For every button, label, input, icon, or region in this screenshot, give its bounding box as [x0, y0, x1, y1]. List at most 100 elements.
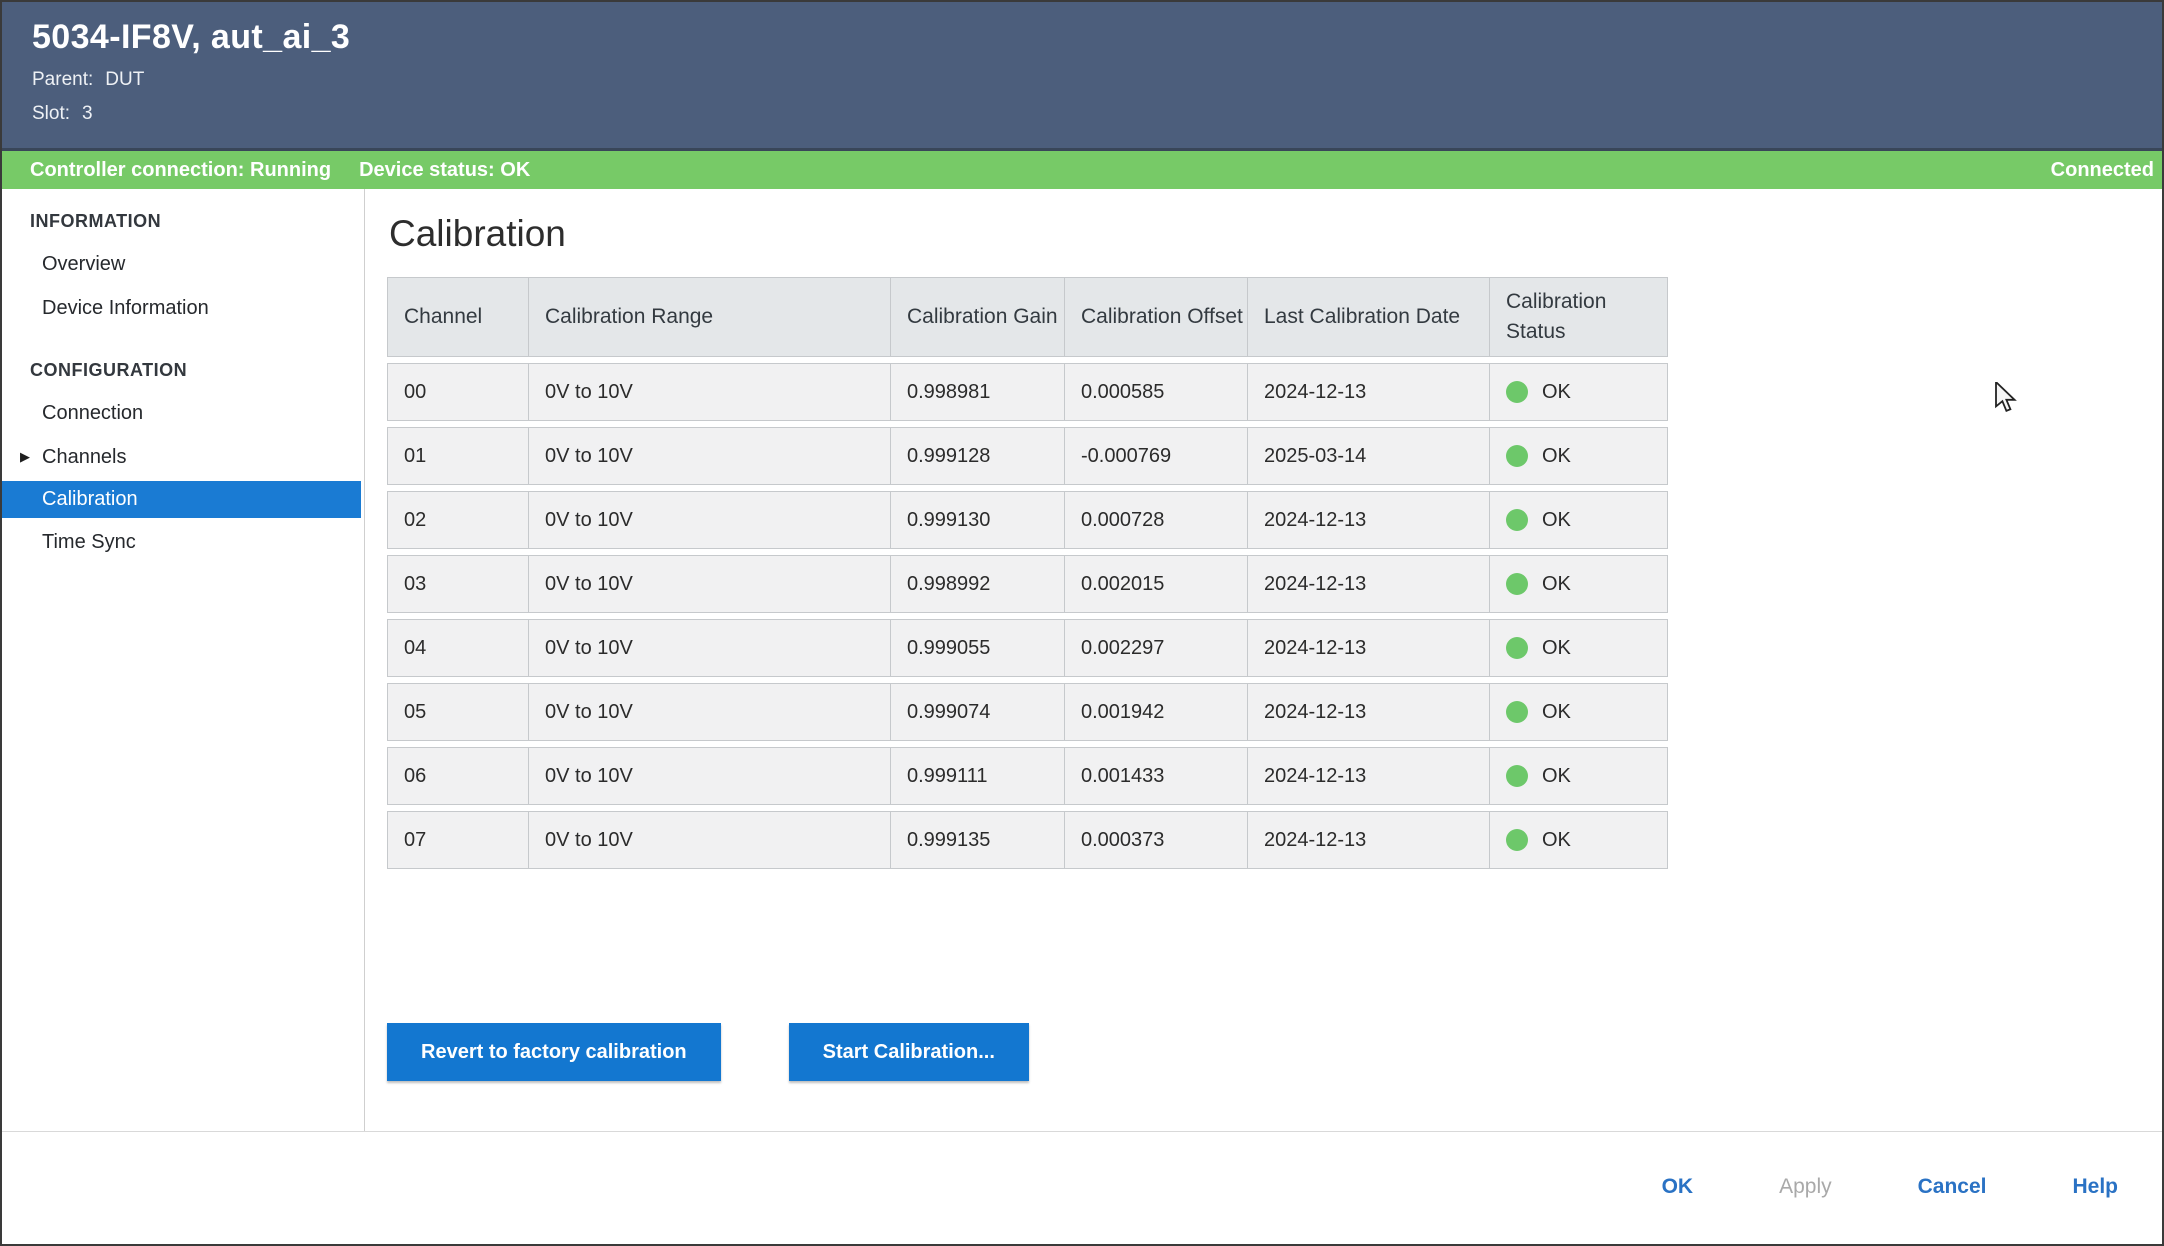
gain-cell: 0.999130	[891, 491, 1065, 549]
sidebar-item-calibration[interactable]: Calibration	[2, 481, 361, 518]
device-configuration-window: 5034-IF8V, aut_ai_3 Parent:DUT Slot: 3 Co…	[0, 0, 2164, 1246]
column-header-calibration-status: Calibration Status	[1490, 277, 1668, 357]
column-header-calibration-range: Calibration Range	[529, 277, 891, 357]
status-label: OK	[1542, 701, 1571, 724]
slot-label: Slot:	[32, 103, 70, 124]
gain-cell: 0.999074	[891, 683, 1065, 741]
range-cell: 0V to 10V	[529, 811, 891, 869]
ok-button[interactable]: OK	[1662, 1175, 1694, 1199]
status-ok-icon	[1506, 509, 1528, 531]
parent-line: Parent:DUT	[32, 69, 2162, 91]
channel-cell: 01	[387, 427, 529, 485]
status-ok-icon	[1506, 637, 1528, 659]
offset-cell: 0.000373	[1065, 811, 1248, 869]
connected-badge: Connected	[2051, 159, 2154, 182]
status-cell: OK	[1490, 491, 1668, 549]
range-cell: 0V to 10V	[529, 683, 891, 741]
date-cell: 2024-12-13	[1248, 555, 1490, 613]
page-title: Calibration	[389, 213, 2162, 255]
sidebar-item-channels-label: Channels	[42, 446, 127, 468]
date-cell: 2025-03-14	[1248, 427, 1490, 485]
table-row: 05 0V to 10V 0.999074 0.001942 2024-12-1…	[387, 683, 1668, 741]
nav-section-information: INFORMATION Overview Device Information	[2, 201, 364, 328]
status-cell: OK	[1490, 619, 1668, 677]
status-label: OK	[1542, 573, 1571, 596]
offset-cell: 0.002015	[1065, 555, 1248, 613]
offset-cell: 0.002297	[1065, 619, 1248, 677]
status-ok-icon	[1506, 573, 1528, 595]
column-header-calibration-offset: Calibration Offset	[1065, 277, 1248, 357]
section-label-configuration: CONFIGURATION	[2, 350, 364, 393]
channel-cell: 07	[387, 811, 529, 869]
range-cell: 0V to 10V	[529, 363, 891, 421]
table-row: 03 0V to 10V 0.998992 0.002015 2024-12-1…	[387, 555, 1668, 613]
revert-factory-calibration-button[interactable]: Revert to factory calibration	[387, 1023, 721, 1081]
help-button[interactable]: Help	[2072, 1175, 2118, 1199]
main-panel: Calibration Channel Calibration Range Ca…	[365, 189, 2162, 1131]
status-cell: OK	[1490, 747, 1668, 805]
offset-cell: 0.000728	[1065, 491, 1248, 549]
status-ok-icon	[1506, 701, 1528, 723]
slot-line: Slot: 3	[32, 103, 2162, 125]
status-label: OK	[1542, 445, 1571, 468]
apply-button[interactable]: Apply	[1779, 1175, 1832, 1199]
status-cell: OK	[1490, 363, 1668, 421]
calibration-table: Channel Calibration Range Calibration Ga…	[387, 271, 1668, 875]
status-ok-icon	[1506, 445, 1528, 467]
status-label: OK	[1542, 637, 1571, 660]
slot-value: 3	[82, 103, 93, 124]
channel-cell: 02	[387, 491, 529, 549]
controller-connection-status: Controller connection: Running	[30, 159, 331, 182]
gain-cell: 0.999111	[891, 747, 1065, 805]
offset-cell: -0.000769	[1065, 427, 1248, 485]
range-cell: 0V to 10V	[529, 555, 891, 613]
column-header-calibration-gain: Calibration Gain	[891, 277, 1065, 357]
status-cell: OK	[1490, 427, 1668, 485]
table-row: 01 0V to 10V 0.999128 -0.000769 2025-03-…	[387, 427, 1668, 485]
sidebar-item-device-information[interactable]: Device Information	[2, 288, 364, 328]
channels-expand-icon[interactable]: ▶	[20, 437, 30, 477]
start-calibration-button[interactable]: Start Calibration...	[789, 1023, 1029, 1081]
date-cell: 2024-12-13	[1248, 747, 1490, 805]
gain-cell: 0.998992	[891, 555, 1065, 613]
parent-label: Parent:	[32, 69, 93, 90]
sidebar-item-overview[interactable]: Overview	[2, 244, 364, 284]
status-cell: OK	[1490, 811, 1668, 869]
status-cell: OK	[1490, 555, 1668, 613]
date-cell: 2024-12-13	[1248, 363, 1490, 421]
channel-cell: 06	[387, 747, 529, 805]
status-label: OK	[1542, 829, 1571, 852]
device-title: 5034-IF8V, aut_ai_3	[32, 18, 2162, 57]
device-header: 5034-IF8V, aut_ai_3 Parent:DUT Slot: 3	[2, 2, 2162, 151]
cancel-button[interactable]: Cancel	[1918, 1175, 1987, 1199]
status-label: OK	[1542, 509, 1571, 532]
gain-cell: 0.999055	[891, 619, 1065, 677]
connection-status-bar: Controller connection: Running Device st…	[2, 151, 2162, 189]
date-cell: 2024-12-13	[1248, 619, 1490, 677]
status-ok-icon	[1506, 381, 1528, 403]
channel-cell: 04	[387, 619, 529, 677]
gain-cell: 0.998981	[891, 363, 1065, 421]
table-row: 06 0V to 10V 0.999111 0.001433 2024-12-1…	[387, 747, 1668, 805]
sidebar-item-connection[interactable]: Connection	[2, 393, 364, 433]
table-row: 07 0V to 10V 0.999135 0.000373 2024-12-1…	[387, 811, 1668, 869]
column-header-channel: Channel	[387, 277, 529, 357]
calibration-actions: Revert to factory calibration Start Cali…	[387, 1023, 2162, 1081]
column-header-last-calibration-date: Last Calibration Date	[1248, 277, 1490, 357]
sidebar-item-channels[interactable]: ▶ Channels	[2, 437, 364, 477]
table-row: 00 0V to 10V 0.998981 0.000585 2024-12-1…	[387, 363, 1668, 421]
dialog-footer: OK Apply Cancel Help	[2, 1131, 2162, 1241]
date-cell: 2024-12-13	[1248, 491, 1490, 549]
date-cell: 2024-12-13	[1248, 683, 1490, 741]
status-label: OK	[1542, 381, 1571, 404]
gain-cell: 0.999128	[891, 427, 1065, 485]
date-cell: 2024-12-13	[1248, 811, 1490, 869]
sidebar-item-time-sync[interactable]: Time Sync	[2, 522, 364, 562]
device-status: Device status: OK	[359, 159, 530, 182]
content-area: INFORMATION Overview Device Information …	[2, 189, 2162, 1131]
range-cell: 0V to 10V	[529, 619, 891, 677]
table-row: 02 0V to 10V 0.999130 0.000728 2024-12-1…	[387, 491, 1668, 549]
range-cell: 0V to 10V	[529, 427, 891, 485]
sidebar-nav: INFORMATION Overview Device Information …	[2, 189, 365, 1131]
gain-cell: 0.999135	[891, 811, 1065, 869]
